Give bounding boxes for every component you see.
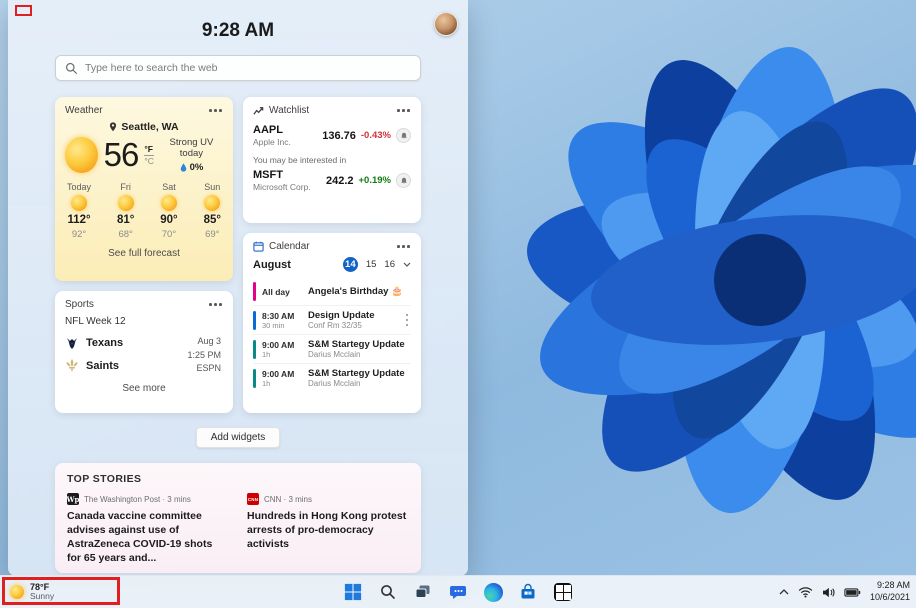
weather-condition: Strong UV today bbox=[169, 137, 214, 159]
tray-time: 9:28 AM bbox=[876, 580, 910, 591]
alert-bell-icon[interactable] bbox=[396, 128, 411, 143]
start-button[interactable] bbox=[342, 581, 364, 603]
wifi-icon[interactable] bbox=[798, 586, 813, 598]
story-item[interactable]: Wp The Washington Post · 3 mins Canada v… bbox=[67, 493, 229, 565]
stock-row[interactable]: AAPL Apple Inc. 136.76 -0.43% bbox=[253, 124, 411, 147]
washington-post-logo-icon: Wp bbox=[66, 493, 80, 505]
search-icon bbox=[65, 62, 77, 74]
see-full-forecast-link[interactable]: See full forecast bbox=[65, 248, 223, 259]
sun-icon bbox=[117, 195, 134, 211]
forecast-day[interactable]: Sun 85° 69° bbox=[204, 182, 221, 240]
more-options-icon[interactable] bbox=[396, 242, 411, 251]
volume-icon[interactable] bbox=[822, 587, 835, 598]
calendar-icon bbox=[253, 241, 264, 252]
weather-location: Seattle, WA bbox=[121, 121, 179, 133]
taskbar: 78°F Sunny 9:28 AM 10/6/2021 bbox=[0, 575, 916, 608]
calendar-event[interactable]: 9:00 AM 1h S&M Startegy Update Darius Mc… bbox=[253, 334, 411, 363]
event-color-bar bbox=[253, 282, 256, 301]
sun-icon bbox=[160, 195, 177, 211]
search-input[interactable] bbox=[85, 62, 411, 74]
story-attribution: The Washington Post · 3 mins bbox=[84, 494, 191, 504]
watchlist-widget[interactable]: Watchlist AAPL Apple Inc. 136.76 -0.43% bbox=[243, 97, 421, 223]
widgets-panel: 9:28 AM Weather bbox=[8, 0, 468, 576]
cnn-logo-icon: CNN bbox=[247, 493, 259, 505]
tray-clock[interactable]: 9:28 AM 10/6/2021 bbox=[870, 580, 910, 603]
calendar-event[interactable]: 9:00 AM 1h S&M Startegy Update Darius Mc… bbox=[253, 363, 411, 392]
sun-icon bbox=[71, 195, 88, 211]
event-menu-icon[interactable] bbox=[403, 313, 411, 327]
calendar-title: Calendar bbox=[269, 241, 310, 252]
sports-league: NFL Week 12 bbox=[65, 316, 126, 327]
chevron-down-icon[interactable] bbox=[403, 262, 411, 267]
chevron-up-icon[interactable] bbox=[779, 589, 789, 595]
event-color-bar bbox=[253, 339, 256, 359]
calendar-month: August bbox=[253, 258, 291, 271]
calendar-date[interactable]: 16 bbox=[384, 259, 395, 270]
edge-icon[interactable] bbox=[482, 581, 504, 603]
forecast-day[interactable]: Sat 90° 70° bbox=[160, 182, 177, 240]
location-pin-icon bbox=[110, 122, 117, 132]
calendar-event[interactable]: 8:30 AM 30 min Design Update Conf Rm 32/… bbox=[253, 305, 411, 334]
add-widgets-button[interactable]: Add widgets bbox=[195, 427, 281, 448]
widget-grid: Weather Seattle, WA 56 °F °C Strong UV t… bbox=[55, 97, 421, 413]
desktop: 9:28 AM Weather bbox=[0, 0, 916, 608]
team-name: Texans bbox=[86, 337, 124, 349]
game-date: Aug 3 bbox=[197, 336, 221, 346]
game-time: 1:25 PM bbox=[187, 349, 221, 360]
more-options-icon[interactable] bbox=[208, 300, 223, 309]
task-view-icon[interactable] bbox=[412, 581, 434, 603]
precip-value: 0% bbox=[189, 162, 204, 173]
store-icon[interactable] bbox=[517, 581, 539, 603]
top-stories-card: TOP STORIES Wp The Washington Post · 3 m… bbox=[55, 463, 421, 573]
stock-row[interactable]: MSFT Microsoft Corp. 242.2 +0.19% bbox=[253, 169, 411, 192]
panel-clock: 9:28 AM bbox=[201, 20, 275, 41]
game-network: ESPN bbox=[196, 363, 221, 373]
annotation-highlight-box bbox=[2, 577, 120, 605]
calendar-widget[interactable]: Calendar August 14 15 16 All day Angela'… bbox=[243, 233, 421, 413]
see-more-link[interactable]: See more bbox=[65, 383, 223, 394]
story-headline: Hundreds in Hong Kong protest arrests of… bbox=[247, 510, 407, 550]
avatar[interactable] bbox=[434, 12, 458, 36]
sun-icon bbox=[204, 195, 221, 211]
story-attribution: CNN · 3 mins bbox=[264, 494, 313, 504]
story-item[interactable]: CNN CNN · 3 mins Hundreds in Hong Kong p… bbox=[247, 493, 409, 565]
team-name: Saints bbox=[86, 360, 120, 372]
sports-title: Sports bbox=[65, 299, 94, 310]
trend-chart-icon bbox=[253, 106, 264, 115]
unit-celsius[interactable]: °C bbox=[144, 154, 154, 166]
taskbar-search-icon[interactable] bbox=[377, 581, 399, 603]
forecast-day[interactable]: Today 112° 92° bbox=[67, 182, 91, 240]
unit-fahrenheit[interactable]: °F bbox=[144, 144, 154, 154]
sports-widget[interactable]: Sports NFL Week 12 Texans Saints Aug 3 1… bbox=[55, 291, 233, 413]
more-options-icon[interactable] bbox=[396, 106, 411, 115]
event-color-bar bbox=[253, 310, 256, 330]
texans-logo-icon bbox=[67, 338, 77, 349]
web-search-bar[interactable] bbox=[55, 55, 421, 81]
sun-icon bbox=[65, 137, 98, 173]
story-headline: Canada vaccine committee advises against… bbox=[67, 510, 213, 564]
alert-bell-icon[interactable] bbox=[396, 173, 411, 188]
tray-date: 10/6/2021 bbox=[869, 592, 910, 602]
calendar-event[interactable]: All day Angela's Birthday 🎂 bbox=[253, 278, 411, 305]
current-temp: 56 bbox=[103, 136, 140, 173]
watchlist-title: Watchlist bbox=[269, 105, 310, 116]
forecast-day[interactable]: Fri 81° 68° bbox=[117, 182, 134, 240]
more-options-icon[interactable] bbox=[208, 106, 223, 115]
calendar-date[interactable]: 15 bbox=[366, 259, 377, 270]
annotation-marker bbox=[15, 5, 32, 16]
calendar-date-selected[interactable]: 14 bbox=[342, 257, 358, 272]
weather-title: Weather bbox=[65, 105, 103, 116]
windows-bloom-wallpaper bbox=[527, 47, 916, 513]
battery-icon[interactable] bbox=[844, 587, 861, 598]
top-stories-title: TOP STORIES bbox=[67, 473, 142, 485]
weather-widget[interactable]: Weather Seattle, WA 56 °F °C Strong UV t… bbox=[55, 97, 233, 281]
saints-logo-icon bbox=[66, 359, 78, 373]
interested-label: You may be interested in bbox=[253, 155, 347, 165]
windows-dark-app-icon[interactable] bbox=[552, 581, 574, 603]
droplet-icon bbox=[180, 163, 186, 172]
chat-icon[interactable] bbox=[447, 581, 469, 603]
event-color-bar bbox=[253, 368, 256, 388]
